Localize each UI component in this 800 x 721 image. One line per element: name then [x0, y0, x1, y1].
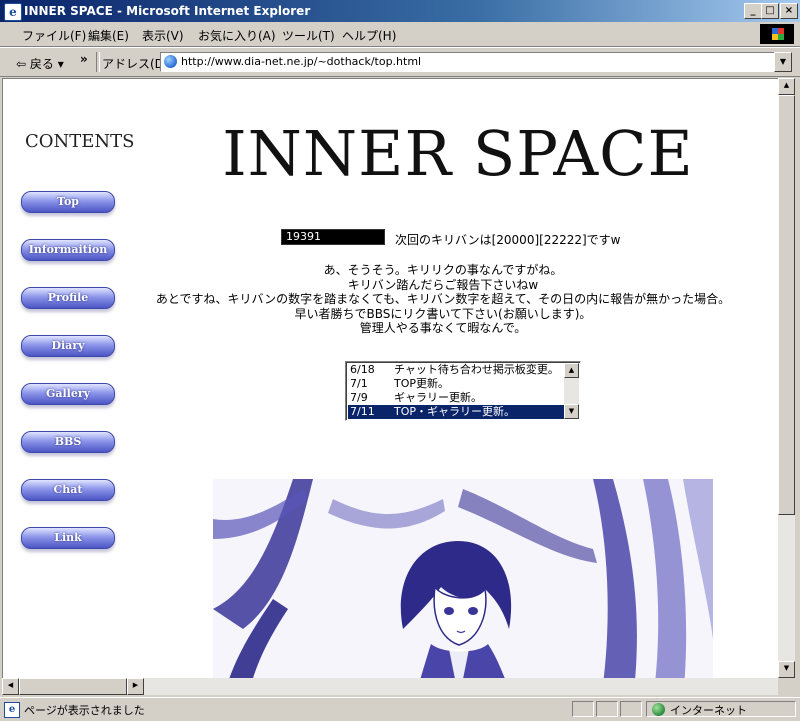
zone-label: インターネット: [670, 704, 747, 717]
nav-button-link[interactable]: Link: [21, 527, 115, 549]
menu-help[interactable]: ヘルプ(H): [342, 27, 396, 44]
title-bar: e INNER SPACE - Microsoft Internet Explo…: [0, 0, 800, 22]
notice-line: キリバン踏んだらご報告下さいねw: [347, 277, 539, 292]
maximize-button[interactable]: □: [761, 3, 779, 19]
address-label: アドレス(D): [102, 57, 169, 71]
internet-zone-icon: [652, 703, 665, 716]
back-button[interactable]: ⇦ 戻る ▾: [16, 55, 64, 72]
vertical-scroll-thumb[interactable]: [778, 95, 795, 515]
scroll-down-button[interactable]: ▼: [778, 661, 795, 678]
notice-line: 早い者勝ちでBBSにリク書いて下さい(お願いします)。: [294, 306, 592, 321]
status-pane: [620, 701, 642, 717]
nav-button-chat[interactable]: Chat: [21, 479, 115, 501]
scrollbar-corner: [778, 678, 795, 695]
scroll-left-button[interactable]: ◀: [2, 678, 19, 695]
menu-file[interactable]: ファイル(F): [22, 27, 86, 44]
internet-explorer-icon: e: [4, 3, 22, 21]
status-pane: [596, 701, 618, 717]
toolbar-separator: [96, 52, 100, 72]
update-date: 7/11: [350, 405, 375, 418]
update-text: ギャラリー更新。: [394, 391, 482, 404]
update-item[interactable]: 7/1 TOP更新。: [348, 377, 564, 391]
back-arrow-icon: ⇦: [16, 57, 27, 71]
horizontal-scroll-thumb[interactable]: [19, 678, 127, 695]
toolbar-chevron-icon[interactable]: »: [80, 52, 88, 66]
back-label: 戻る: [29, 57, 54, 71]
minimize-button[interactable]: _: [744, 3, 762, 19]
site-title: INNER SPACE: [222, 117, 694, 190]
page-icon: [164, 55, 177, 68]
nav-button-profile[interactable]: Profile: [21, 287, 115, 309]
notice-line: あとですね、キリバンの数字を踏まなくても、キリバン数字を超えて、その日の内に報告…: [155, 292, 731, 306]
nav-button-bbs[interactable]: BBS: [21, 431, 115, 453]
update-item-selected[interactable]: 7/11 TOP・ギャラリー更新。: [348, 405, 564, 419]
update-text: チャット待ち合わせ掲示板変更。: [394, 363, 559, 376]
address-input[interactable]: http://www.dia-net.ne.jp/~dothack/top.ht…: [160, 52, 776, 72]
visitor-counter: 19391: [281, 229, 385, 245]
listbox-scroll-up-button[interactable]: ▲: [564, 363, 579, 378]
page-viewport: CONTENTS Top Informaition Profile Diary …: [2, 78, 779, 679]
address-toolbar: ⇦ 戻る ▾ » アドレス(D) http://www.dia-net.ne.j…: [0, 47, 800, 77]
menu-favorites[interactable]: お気に入り(A): [198, 27, 276, 44]
listbox-scroll-down-button[interactable]: ▼: [564, 404, 579, 419]
back-dropdown-icon[interactable]: ▾: [58, 57, 64, 71]
nav-button-diary[interactable]: Diary: [21, 335, 115, 357]
menu-bar: ファイル(F) 編集(E) 表示(V) お気に入り(A) ツール(T) ヘルプ(…: [0, 22, 800, 47]
update-item[interactable]: 7/9 ギャラリー更新。: [348, 391, 564, 405]
address-dropdown-button[interactable]: ▼: [774, 52, 792, 72]
status-pane: [572, 701, 594, 717]
update-text: TOP更新。: [394, 377, 450, 390]
character-illustration: [213, 479, 713, 679]
update-date: 6/18: [350, 363, 375, 376]
listbox-scrollbar[interactable]: ▲ ▼: [564, 363, 579, 419]
kiriban-notice: 次回のキリバンは[20000][22222]ですw: [395, 233, 621, 247]
scroll-up-button[interactable]: ▲: [778, 78, 795, 95]
update-history-listbox[interactable]: 6/18 チャット待ち合わせ掲示板変更。 7/1 TOP更新。 7/9 ギャラリー更新…: [345, 361, 581, 421]
menu-edit[interactable]: 編集(E): [88, 27, 129, 44]
page-done-icon: e: [4, 702, 20, 718]
windows-logo-icon: [760, 24, 794, 44]
status-bar: e ページが表示されました インターネット: [0, 697, 800, 721]
update-date: 7/9: [350, 391, 368, 404]
scroll-right-button[interactable]: ▶: [127, 678, 144, 695]
contents-heading: CONTENTS: [25, 131, 135, 152]
menu-tools[interactable]: ツール(T): [282, 27, 335, 44]
status-text: ページが表示されました: [24, 704, 145, 717]
nav-button-top[interactable]: Top: [21, 191, 115, 213]
nav-button-gallery[interactable]: Gallery: [21, 383, 115, 405]
close-button[interactable]: ×: [780, 3, 798, 19]
update-item[interactable]: 6/18 チャット待ち合わせ掲示板変更。: [348, 363, 564, 377]
page-vertical-scrollbar[interactable]: ▲ ▼: [778, 78, 795, 678]
notice-line: 管理人やる事なくて暇なんで。: [359, 321, 527, 335]
update-date: 7/1: [350, 377, 368, 390]
nav-button-information[interactable]: Informaition: [21, 239, 115, 261]
notice-text: あ、そうそう。キリリクの事なんですがね。 キリバン踏んだらご報告下さいねw あと…: [133, 263, 753, 336]
window-title: INNER SPACE - Microsoft Internet Explore…: [24, 4, 311, 18]
page-horizontal-scrollbar[interactable]: ◀ ▶: [2, 678, 778, 695]
update-text: TOP・ギャラリー更新。: [394, 405, 516, 418]
menu-view[interactable]: 表示(V): [142, 27, 184, 44]
notice-line: あ、そうそう。キリリクの事なんですがね。: [323, 263, 563, 277]
address-url: http://www.dia-net.ne.jp/~dothack/top.ht…: [181, 55, 422, 68]
